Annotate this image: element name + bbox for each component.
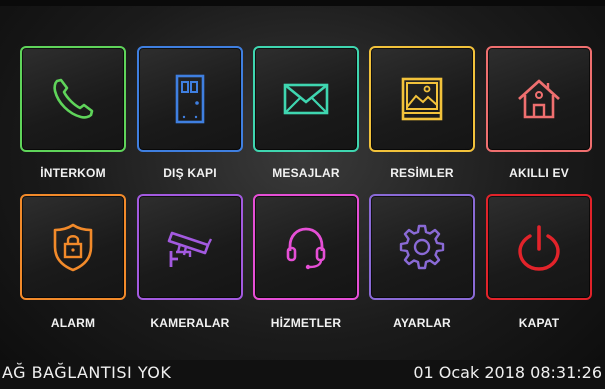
tile-resimler[interactable] [369,46,475,152]
tile-akilli-ev[interactable] [486,46,592,152]
app-grid: İNTERKOM DIŞ KAPI MESAJLAR RESİMLER AKIL… [0,0,605,360]
phone-icon [53,78,94,119]
tile-label-resimler: RESİMLER [390,166,454,180]
tile-kapat[interactable] [486,194,592,300]
tile-label-akilli-ev: AKILLI EV [509,166,569,180]
tile-label-ayarlar: AYARLAR [393,316,451,330]
image-icon [401,77,443,121]
shield-lock-icon [53,223,93,272]
tile-label-mesajlar: MESAJLAR [272,166,340,180]
datetime-text: 01 Ocak 2018 08:31:26 [413,363,602,382]
tile-hizmetler[interactable] [253,194,359,300]
tile-label-interkom: İNTERKOM [40,166,106,180]
tile-dis-kapi[interactable] [137,46,243,152]
tile-alarm[interactable] [20,194,126,300]
envelope-icon [283,83,329,115]
home-screen: İNTERKOM DIŞ KAPI MESAJLAR RESİMLER AKIL… [0,0,605,389]
power-icon [518,225,560,271]
tile-label-dis-kapi: DIŞ KAPI [163,166,217,180]
tile-label-kapat: KAPAT [518,316,560,330]
door-icon [175,74,205,124]
headset-icon [286,227,326,270]
security-camera-icon [167,231,213,267]
tile-mesajlar[interactable] [253,46,359,152]
network-status-text: AĞ BAĞLANTISI YOK [2,363,172,382]
gear-icon [399,224,445,270]
tile-label-kameralar: KAMERALAR [150,316,230,330]
tile-interkom[interactable] [20,46,126,152]
smart-home-icon [518,79,560,119]
status-bar: AĞ BAĞLANTISI YOK 01 Ocak 2018 08:31:26 [0,360,605,389]
tile-kameralar[interactable] [137,194,243,300]
tile-label-alarm: ALARM [50,316,96,330]
tile-label-hizmetler: HİZMETLER [270,316,342,330]
tile-ayarlar[interactable] [369,194,475,300]
